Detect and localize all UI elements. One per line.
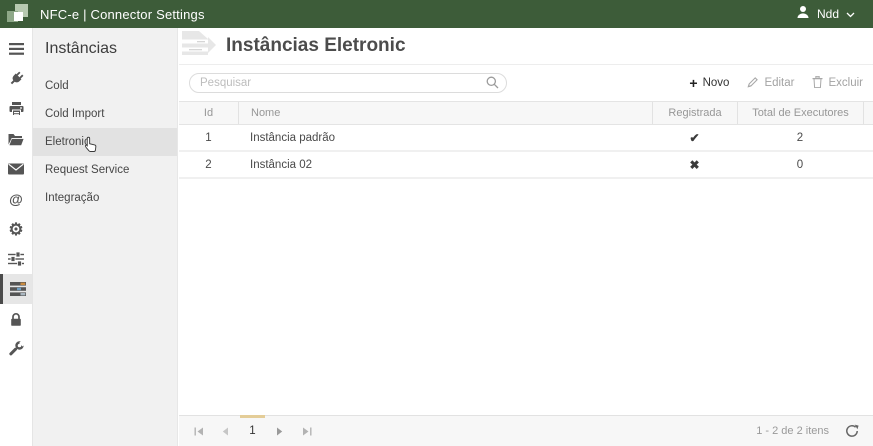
pager: 1 1 - 2 de 2 itens	[179, 415, 873, 446]
column-header-nome[interactable]: Nome	[238, 102, 652, 124]
app-logo	[6, 3, 30, 25]
menu-icon[interactable]	[0, 34, 32, 64]
wrench-icon[interactable]	[0, 334, 32, 364]
prev-page-button[interactable]	[212, 416, 239, 446]
instances-sidebar: Instâncias Cold Cold Import Eletronic Re…	[33, 28, 178, 446]
cell-executores: 0	[737, 159, 863, 171]
top-bar: NFC-e | Connector Settings Ndd	[0, 0, 873, 28]
search-wrap	[189, 73, 507, 93]
at-icon[interactable]: @	[0, 184, 32, 214]
printer-icon[interactable]	[0, 94, 32, 124]
user-menu[interactable]: Ndd	[796, 5, 855, 24]
last-page-button[interactable]	[293, 416, 320, 446]
current-page-indicator	[240, 415, 265, 418]
cell-id: 1	[179, 132, 238, 144]
nav-icon-strip: @ ⚙	[0, 28, 33, 446]
x-icon: ✖	[652, 158, 737, 172]
pencil-icon	[747, 76, 759, 91]
editar-button[interactable]: Editar	[747, 76, 794, 91]
table-row[interactable]: 2 Instância 02 ✖ 0	[179, 152, 873, 179]
cell-nome: Instância padrão	[238, 132, 652, 144]
table-row[interactable]: 1 Instância padrão ✔ 2	[179, 125, 873, 152]
sidebar-item-request-service[interactable]: Request Service	[33, 156, 177, 184]
sidebar-item-eletronic[interactable]: Eletronic	[33, 128, 177, 156]
sidebar-item-cold-import[interactable]: Cold Import	[33, 100, 177, 128]
page-title-row: Instâncias Eletronic	[179, 28, 873, 65]
trash-icon-button[interactable]: Excluir	[812, 76, 863, 91]
cell-nome: Instância 02	[238, 159, 652, 171]
sidebar-item-cold[interactable]: Cold	[33, 72, 177, 100]
toolbar-row: + Novo Editar Excluir	[179, 65, 873, 101]
user-name: Ndd	[817, 7, 839, 21]
plug-icon[interactable]	[0, 64, 32, 94]
chevron-down-icon	[846, 5, 855, 23]
refresh-button[interactable]	[845, 424, 859, 438]
app-title: NFC-e | Connector Settings	[40, 7, 205, 22]
main-content: Instâncias Eletronic + Novo Editar	[179, 28, 873, 446]
mouse-hand-cursor	[84, 136, 98, 156]
column-header-executores[interactable]: Total de Executores	[737, 102, 863, 124]
search-input[interactable]	[189, 73, 507, 93]
instances-grid-icon[interactable]	[0, 274, 32, 304]
sidebar-item-integracao[interactable]: Integração	[33, 184, 177, 212]
pager-summary: 1 - 2 de 2 itens	[756, 425, 829, 437]
column-header-spacer	[863, 102, 873, 124]
user-icon	[796, 5, 810, 24]
cell-id: 2	[179, 159, 238, 171]
cell-executores: 2	[737, 132, 863, 144]
column-header-id[interactable]: Id	[179, 102, 238, 124]
novo-button[interactable]: + Novo	[689, 76, 729, 90]
next-page-button[interactable]	[266, 416, 293, 446]
first-page-button[interactable]	[185, 416, 212, 446]
page-1-button[interactable]: 1	[239, 416, 266, 446]
column-header-registrada[interactable]: Registrada	[652, 102, 737, 124]
lock-icon[interactable]	[0, 304, 32, 334]
mail-icon[interactable]	[0, 154, 32, 184]
gear-icon[interactable]: ⚙	[0, 214, 32, 244]
instances-page-icon	[182, 29, 218, 64]
grid-actions: + Novo Editar Excluir	[689, 76, 863, 91]
trash-icon	[812, 76, 823, 91]
table-header: Id Nome Registrada Total de Executores	[179, 101, 873, 125]
sidebar-heading: Instâncias	[33, 28, 177, 72]
sliders-icon[interactable]	[0, 244, 32, 274]
page-title: Instâncias Eletronic	[226, 35, 406, 57]
search-icon	[486, 76, 499, 94]
folder-open-icon[interactable]	[0, 124, 32, 154]
plus-icon: +	[689, 76, 697, 90]
check-icon: ✔	[652, 131, 737, 145]
